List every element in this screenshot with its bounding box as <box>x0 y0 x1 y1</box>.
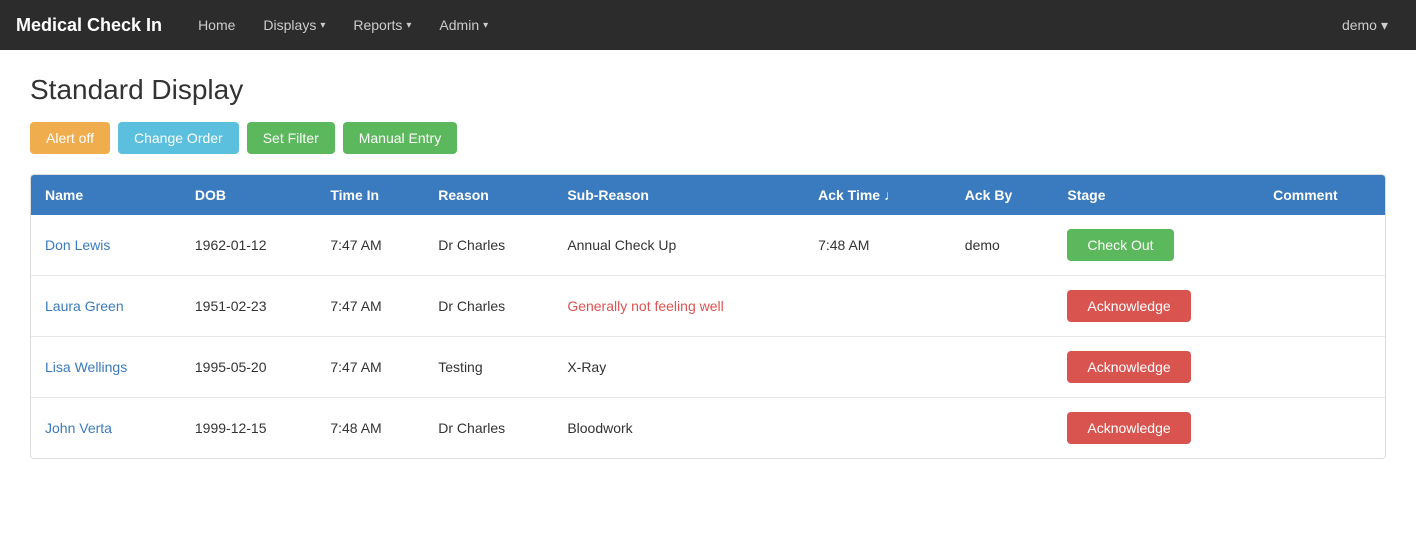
patient-ack-by: demo <box>951 215 1054 276</box>
col-header-comment: Comment <box>1259 175 1385 215</box>
patient-name[interactable]: Laura Green <box>31 276 181 337</box>
patient-ack-by <box>951 398 1054 459</box>
acknowledge-button[interactable]: Acknowledge <box>1067 412 1190 444</box>
change-order-button[interactable]: Change Order <box>118 122 239 154</box>
patient-comment <box>1259 276 1385 337</box>
table-row: Don Lewis1962-01-127:47 AMDr CharlesAnnu… <box>31 215 1385 276</box>
toolbar: Alert off Change Order Set Filter Manual… <box>30 122 1386 154</box>
patient-name[interactable]: Lisa Wellings <box>31 337 181 398</box>
patient-dob: 1999-12-15 <box>181 398 316 459</box>
patient-sub-reason: Annual Check Up <box>553 215 804 276</box>
col-header-ack-time: Ack Time ♩ <box>804 175 951 215</box>
patient-comment <box>1259 215 1385 276</box>
patient-sub-reason: Generally not feeling well <box>553 276 804 337</box>
col-header-stage: Stage <box>1053 175 1259 215</box>
navbar-user-menu[interactable]: demo ▾ <box>1330 9 1400 42</box>
patient-reason: Dr Charles <box>424 215 553 276</box>
col-header-reason: Reason <box>424 175 553 215</box>
patient-stage: Acknowledge <box>1053 337 1259 398</box>
col-header-name: Name <box>31 175 181 215</box>
displays-caret-icon: ▾ <box>320 20 325 31</box>
patient-ack-time: 7:48 AM <box>804 215 951 276</box>
main-content: Standard Display Alert off Change Order … <box>0 50 1416 483</box>
col-header-time-in: Time In <box>316 175 424 215</box>
patients-table-wrapper: Name DOB Time In Reason Sub-Reason Ack T… <box>30 174 1386 459</box>
patient-ack-time <box>804 337 951 398</box>
table-row: Laura Green1951-02-237:47 AMDr CharlesGe… <box>31 276 1385 337</box>
patient-stage: Check Out <box>1053 215 1259 276</box>
col-header-dob: DOB <box>181 175 316 215</box>
patient-sub-reason: Bloodwork <box>553 398 804 459</box>
col-header-ack-by: Ack By <box>951 175 1054 215</box>
patient-reason: Dr Charles <box>424 276 553 337</box>
patient-ack-time <box>804 276 951 337</box>
nav-displays[interactable]: Displays ▾ <box>251 9 337 41</box>
set-filter-button[interactable]: Set Filter <box>247 122 335 154</box>
patient-time-in: 7:48 AM <box>316 398 424 459</box>
navbar-brand: Medical Check In <box>16 15 162 36</box>
patient-dob: 1962-01-12 <box>181 215 316 276</box>
page-title: Standard Display <box>30 74 1386 106</box>
patient-dob: 1995-05-20 <box>181 337 316 398</box>
patient-reason: Testing <box>424 337 553 398</box>
patient-ack-by <box>951 337 1054 398</box>
table-row: John Verta1999-12-157:48 AMDr CharlesBlo… <box>31 398 1385 459</box>
navbar: Medical Check In Home Displays ▾ Reports… <box>0 0 1416 50</box>
patient-name[interactable]: John Verta <box>31 398 181 459</box>
nav-admin[interactable]: Admin ▾ <box>427 9 500 41</box>
navbar-nav: Home Displays ▾ Reports ▾ Admin ▾ <box>186 9 1330 41</box>
user-caret-icon: ▾ <box>1381 17 1388 34</box>
patient-dob: 1951-02-23 <box>181 276 316 337</box>
acknowledge-button[interactable]: Acknowledge <box>1067 290 1190 322</box>
patients-table: Name DOB Time In Reason Sub-Reason Ack T… <box>31 175 1385 458</box>
patient-sub-reason: X-Ray <box>553 337 804 398</box>
patient-time-in: 7:47 AM <box>316 337 424 398</box>
checkout-button[interactable]: Check Out <box>1067 229 1173 261</box>
acknowledge-button[interactable]: Acknowledge <box>1067 351 1190 383</box>
patient-stage: Acknowledge <box>1053 276 1259 337</box>
patient-stage: Acknowledge <box>1053 398 1259 459</box>
patient-comment <box>1259 337 1385 398</box>
admin-caret-icon: ▾ <box>483 20 488 31</box>
manual-entry-button[interactable]: Manual Entry <box>343 122 457 154</box>
table-header-row: Name DOB Time In Reason Sub-Reason Ack T… <box>31 175 1385 215</box>
reports-caret-icon: ▾ <box>406 20 411 31</box>
patient-time-in: 7:47 AM <box>316 276 424 337</box>
alert-off-button[interactable]: Alert off <box>30 122 110 154</box>
col-header-sub-reason: Sub-Reason <box>553 175 804 215</box>
patient-ack-by <box>951 276 1054 337</box>
patient-ack-time <box>804 398 951 459</box>
patient-comment <box>1259 398 1385 459</box>
patient-time-in: 7:47 AM <box>316 215 424 276</box>
patient-name[interactable]: Don Lewis <box>31 215 181 276</box>
nav-reports[interactable]: Reports ▾ <box>341 9 423 41</box>
patient-reason: Dr Charles <box>424 398 553 459</box>
table-row: Lisa Wellings1995-05-207:47 AMTestingX-R… <box>31 337 1385 398</box>
nav-home[interactable]: Home <box>186 9 247 41</box>
